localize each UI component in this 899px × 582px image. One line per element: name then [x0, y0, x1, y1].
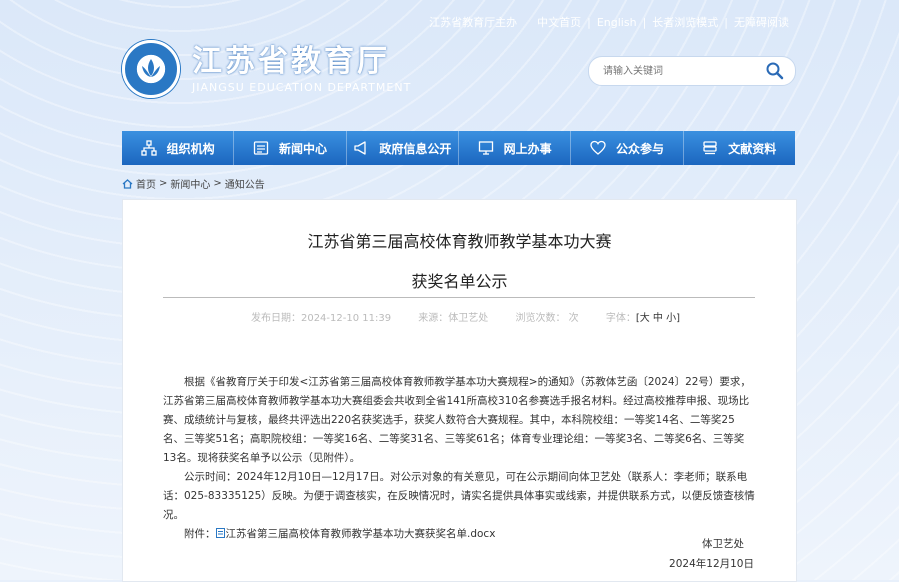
search-box — [588, 56, 796, 86]
logo-emblem-icon[interactable] — [122, 40, 180, 98]
article-title-line1: 江苏省第三届高校体育教师教学基本功大赛 — [307, 232, 612, 251]
font-size-label: 字体： — [605, 313, 636, 324]
elder-mode-link[interactable]: 长者浏览模式 — [652, 14, 718, 30]
heart-icon — [590, 140, 606, 155]
nav-label: 政府信息公开 — [379, 141, 452, 156]
breadcrumb-home[interactable]: 首页 — [136, 176, 156, 191]
nav-item-news[interactable]: 新闻中心 — [234, 131, 347, 165]
search-input[interactable] — [601, 64, 755, 78]
nav-label: 公众参与 — [615, 141, 664, 156]
article-title-line2: 获奖名单公示 — [411, 272, 508, 291]
paragraph: 根据《省教育厅关于印发<江苏省第三届高校体育教师教学基本功大赛规程>的通知》（苏… — [163, 376, 751, 464]
home-link[interactable]: 中文首页 — [537, 14, 581, 30]
attachment-label: 附件： — [184, 528, 216, 540]
lotus-icon — [142, 59, 160, 77]
nav-item-public-participation[interactable]: 公众参与 — [571, 131, 684, 165]
breadcrumb-separator: > — [213, 178, 222, 189]
books-icon — [703, 141, 717, 155]
nav-item-documents[interactable]: 文献资料 — [684, 131, 795, 165]
font-size-toggle[interactable]: [大 中 小] — [636, 313, 680, 324]
site-name-en: JIANGSU EDUCATION DEPARTMENT — [192, 80, 412, 94]
sign-date: 2024年12月10日 — [669, 558, 754, 570]
article-meta: 发布日期：2024-12-10 11:39 来源：体卫艺处 浏览次数： 次 字体… — [123, 309, 796, 324]
top-links-bar: 江苏省教育厅主办 中文首页 | English | 长者浏览模式 | 无障碍阅读 — [429, 14, 789, 30]
monitor-icon — [478, 141, 493, 155]
article-body: 根据《省教育厅关于印发<江苏省第三届高校体育教师教学基本功大赛规程>的通知》（苏… — [163, 373, 755, 544]
article-panel: 江苏省第三届高校体育教师教学基本功大赛 获奖名单公示 发布日期：2024-12-… — [122, 199, 797, 582]
english-link[interactable]: English — [597, 16, 637, 29]
signature: 体卫艺处 — [702, 538, 744, 550]
attachment-link[interactable]: 江苏省第三届高校体育教师教学基本功大赛获奖名单.docx — [226, 528, 496, 540]
site-header: 江苏省教育厅 JIANGSU EDUCATION DEPARTMENT — [122, 40, 411, 98]
megaphone-icon — [354, 141, 366, 155]
article-source: 来源：体卫艺处 — [418, 313, 489, 324]
title-divider — [163, 297, 755, 298]
site-name-cn: 江苏省教育厅 — [192, 43, 390, 79]
search-icon[interactable] — [765, 61, 785, 81]
publish-date: 发布日期：2024-12-10 11:39 — [250, 313, 392, 324]
paragraph: 公示时间：2024年12月10日—12月17日。对公示对象的有关意见，可在公示期… — [163, 471, 755, 521]
nav-item-online-services[interactable]: 网上办事 — [459, 131, 572, 165]
document-icon — [215, 528, 225, 538]
divider: | — [587, 15, 591, 29]
site-logo-text[interactable]: 江苏省教育厅 JIANGSU EDUCATION DEPARTMENT — [192, 43, 412, 94]
sponsor-text: 江苏省教育厅主办 — [429, 16, 518, 29]
divider: | — [642, 15, 647, 29]
accessible-reading-link[interactable]: 无障碍阅读 — [734, 14, 789, 30]
breadcrumb-news[interactable]: 新闻中心 — [170, 176, 210, 191]
breadcrumb-notices[interactable]: 通知公告 — [225, 176, 265, 191]
nav-label: 文献资料 — [728, 141, 777, 156]
divider: | — [724, 15, 728, 29]
newspaper-icon — [253, 141, 269, 155]
nav-item-organization[interactable]: 组织机构 — [122, 131, 235, 165]
main-nav: 组织机构 新闻中心 政府信息公开 网上办事 公众参与 文献资料 — [122, 131, 795, 165]
nav-item-gov-info[interactable]: 政府信息公开 — [347, 131, 459, 165]
home-icon — [122, 178, 133, 189]
nav-label: 组织机构 — [166, 141, 215, 156]
nav-label: 新闻中心 — [278, 141, 327, 156]
attachment-line: 附件： 江苏省第三届高校体育教师教学基本功大赛获奖名单.docx — [163, 525, 755, 544]
org-chart-icon — [141, 140, 157, 156]
breadcrumb-separator: > — [159, 178, 168, 189]
breadcrumb: 首页 > 新闻中心 > 通知公告 — [122, 176, 265, 191]
view-count: 浏览次数： 次 — [515, 313, 579, 324]
nav-label: 网上办事 — [503, 141, 552, 156]
